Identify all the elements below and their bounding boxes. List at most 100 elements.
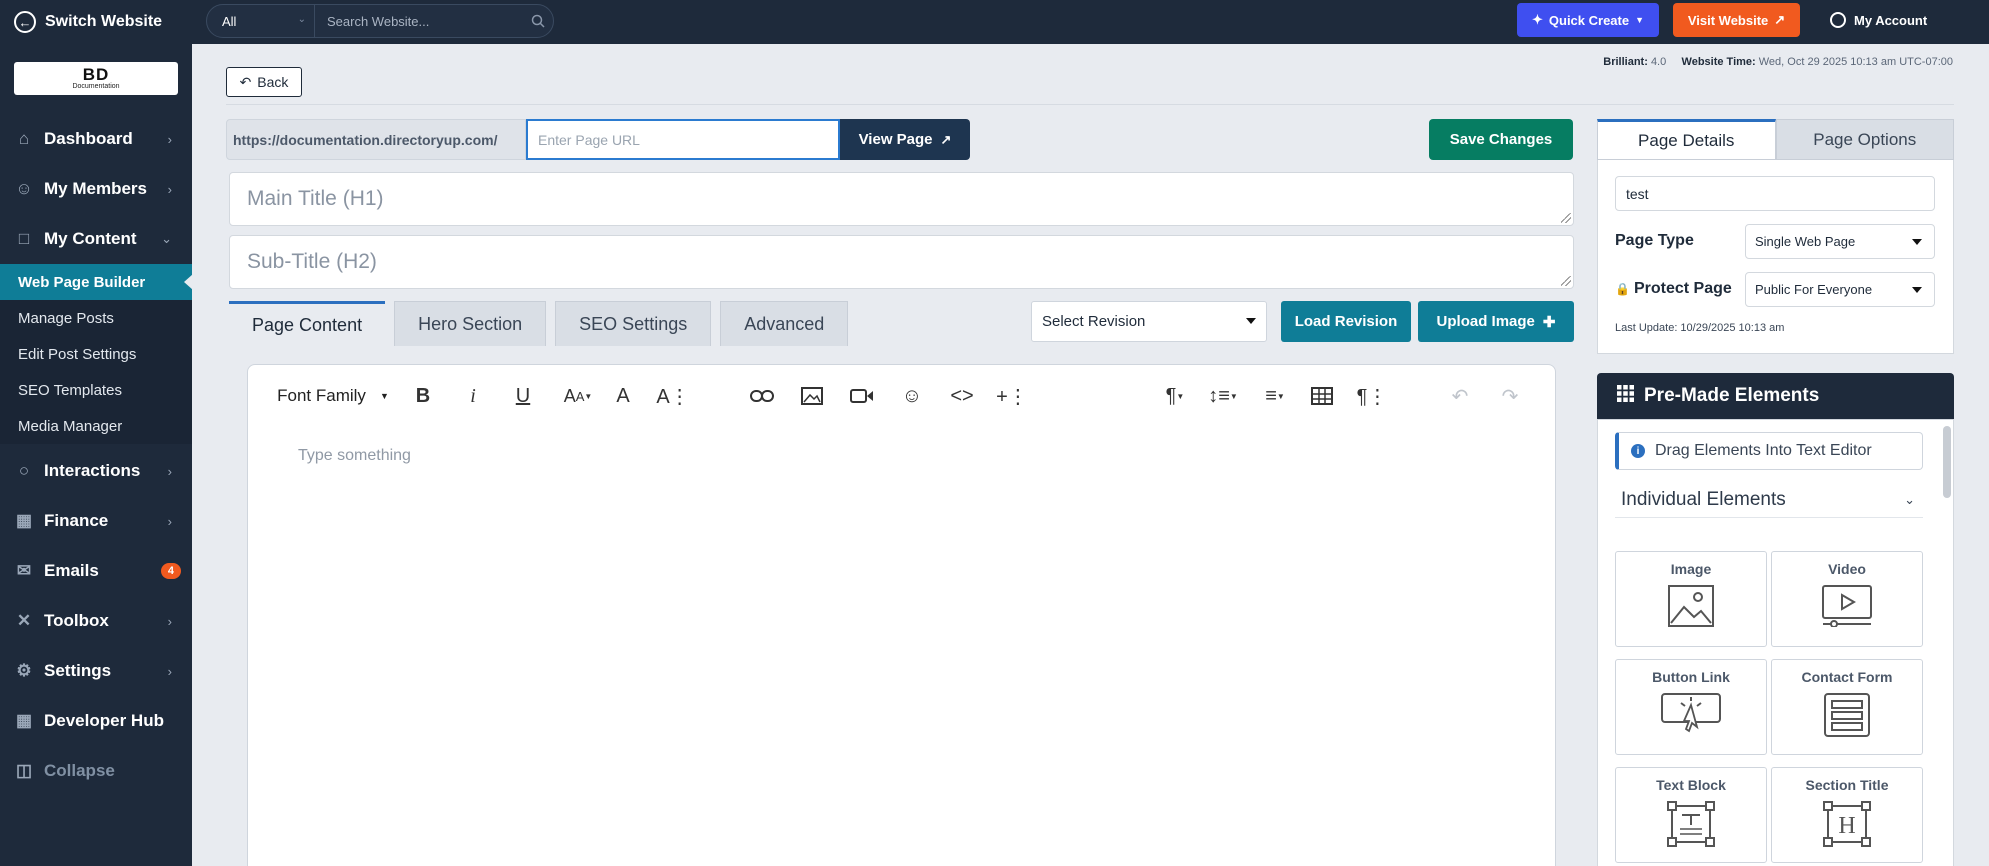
details-tabs: Page Details Page Options [1597,119,1954,160]
sidebar-item-toolbox[interactable]: ✕ Toolbox › [0,596,192,646]
sidebar-item-media-manager[interactable]: Media Manager [0,408,192,444]
sidebar-item-label: SEO Templates [18,381,122,399]
font-size-icon[interactable]: A A ▼ [558,383,598,409]
more-text-icon[interactable]: A⋮ [656,383,689,409]
upload-image-button[interactable]: Upload Image ✚ [1418,301,1574,342]
search-scope-select[interactable]: All ⌄ [207,5,315,37]
tab-seo-settings[interactable]: SEO Settings [555,301,712,346]
link-icon[interactable] [748,383,776,409]
insert-more-icon[interactable]: +⋮ [996,383,1028,409]
switch-website-button[interactable]: ← Switch Website [0,0,192,44]
grid-icon: ▦ [15,711,33,730]
sidebar-item-label: Collapse [44,761,115,780]
editor-toolbar: Font Family ▼ B i U A A ▼ A A⋮ ☺ <> +⋮ ¶ ▼ … [248,365,1555,427]
sidebar-item-manage-posts[interactable]: Manage Posts [0,300,192,336]
search-input[interactable] [315,5,523,37]
select-revision-dropdown[interactable]: Select Revision [1031,301,1267,342]
select-revision-value: Select Revision [1042,313,1146,330]
sidebar-item-emails[interactable]: ✉ Emails 4 [0,546,192,596]
element-video[interactable]: Video [1771,551,1923,647]
subtitle-input[interactable]: Sub-Title (H2) [229,235,1574,289]
visit-website-button[interactable]: Visit Website ↗ [1673,3,1800,37]
sidebar-item-web-page-builder[interactable]: Web Page Builder [0,264,193,300]
chat-icon: ○ [18,461,30,480]
line-height-icon[interactable]: ↕≡ ▼ [1203,383,1243,409]
premade-title: Pre-Made Elements [1644,385,1820,406]
page-url-input[interactable] [526,119,840,160]
element-section-title[interactable]: Section Title H [1771,767,1923,863]
individual-elements-toggle[interactable]: Individual Elements ⌄ [1615,482,1923,518]
more-paragraph-icon[interactable]: ¶⋮ [1357,383,1388,409]
view-page-label: View Page [858,131,933,148]
back-label: Back [257,74,289,90]
element-text-block[interactable]: Text Block [1615,767,1767,863]
sidebar-item-seo-templates[interactable]: SEO Templates [0,372,192,408]
text-editor: Font Family ▼ B i U A A ▼ A A⋮ ☺ <> +⋮ ¶ ▼ … [247,364,1556,866]
sidebar-item-label: Web Page Builder [18,273,146,291]
quick-create-button[interactable]: ✦ Quick Create ▼ [1517,3,1659,37]
protect-page-select[interactable]: Public For Everyone [1745,272,1935,307]
underline-icon[interactable]: U [510,383,536,409]
italic-icon[interactable]: i [460,383,486,409]
back-button[interactable]: ↶ Back [226,67,302,97]
view-page-button[interactable]: View Page ↗ [840,119,970,160]
page-name-input[interactable]: test [1615,176,1935,211]
sidebar-item-interactions[interactable]: ○ Interactions › [0,446,192,496]
sidebar-item-settings[interactable]: ⚙ Settings › [0,646,192,696]
undo-icon[interactable]: ↶ [1446,383,1474,409]
sidebar-item-label: Media Manager [18,417,123,435]
sidebar: BD Documentation ⌂ Dashboard › ☺ My Memb… [0,44,193,866]
paragraph-format-icon[interactable]: ¶ ▼ [1158,383,1192,409]
search-icon[interactable] [523,14,553,28]
tools-icon: ✕ [16,611,32,630]
chevron-down-icon: ⌄ [1904,491,1915,507]
font-family-dropdown[interactable]: Font Family ▼ [272,383,394,409]
tab-hero-section[interactable]: Hero Section [394,301,547,346]
save-changes-button[interactable]: Save Changes [1429,119,1573,160]
home-icon: ⌂ [18,129,30,148]
editor-placeholder[interactable]: Type something [298,447,411,465]
page-type-select[interactable]: Single Web Page [1745,224,1935,259]
panel-scrollbar[interactable] [1943,426,1951,498]
element-label: Text Block [1656,777,1726,793]
page-url-row: https://documentation.directoryup.com/ V… [226,119,970,160]
tab-page-details[interactable]: Page Details [1597,119,1776,160]
text-color-icon[interactable]: A [610,383,636,409]
font-family-label: Font Family [277,386,366,405]
sidebar-item-edit-post-settings[interactable]: Edit Post Settings [0,336,192,372]
video-icon [1822,585,1872,627]
lock-icon: 🔒 [1615,282,1630,296]
site-logo[interactable]: BD Documentation [14,62,178,95]
insert-video-icon[interactable] [848,383,876,409]
caret-down-icon [1912,239,1922,245]
sidebar-item-finance[interactable]: ▦ Finance › [0,496,192,546]
insert-image-icon[interactable] [798,383,826,409]
tab-advanced[interactable]: Advanced [720,301,849,346]
element-image[interactable]: Image [1615,551,1767,647]
load-revision-button[interactable]: Load Revision [1281,301,1411,342]
element-contact-form[interactable]: Contact Form [1771,659,1923,755]
collapse-icon: ◫ [15,761,33,780]
bold-icon[interactable]: B [410,383,436,409]
sidebar-item-developer-hub[interactable]: ▦ Developer Hub [0,696,192,746]
redo-icon[interactable]: ↷ [1496,383,1524,409]
tab-page-options[interactable]: Page Options [1775,119,1954,160]
element-label: Button Link [1652,669,1730,685]
emoticon-icon[interactable]: ☺ [898,383,926,409]
main-title-input[interactable]: Main Title (H1) [229,172,1574,226]
sidebar-item-collapse[interactable]: ◫ Collapse [0,746,192,796]
tab-page-content[interactable]: Page Content [229,301,386,346]
element-label: Section Title [1805,777,1889,793]
align-icon[interactable]: ≡ ▼ [1255,383,1295,409]
sidebar-item-label: My Content [44,229,137,248]
sidebar-item-label: Interactions [44,461,141,480]
sidebar-item-dashboard[interactable]: ⌂ Dashboard › [0,114,192,164]
table-icon[interactable] [1308,383,1336,409]
element-button-link[interactable]: Button Link [1615,659,1767,755]
sidebar-item-my-members[interactable]: ☺ My Members › [0,164,192,214]
sparkle-icon: ✦ [1531,12,1543,27]
code-icon[interactable]: <> [948,383,976,409]
version-value: 4.0 [1650,56,1667,68]
my-account-menu[interactable]: My Account [1830,3,1927,37]
sidebar-item-my-content[interactable]: □ My Content ⌄ [0,214,192,264]
